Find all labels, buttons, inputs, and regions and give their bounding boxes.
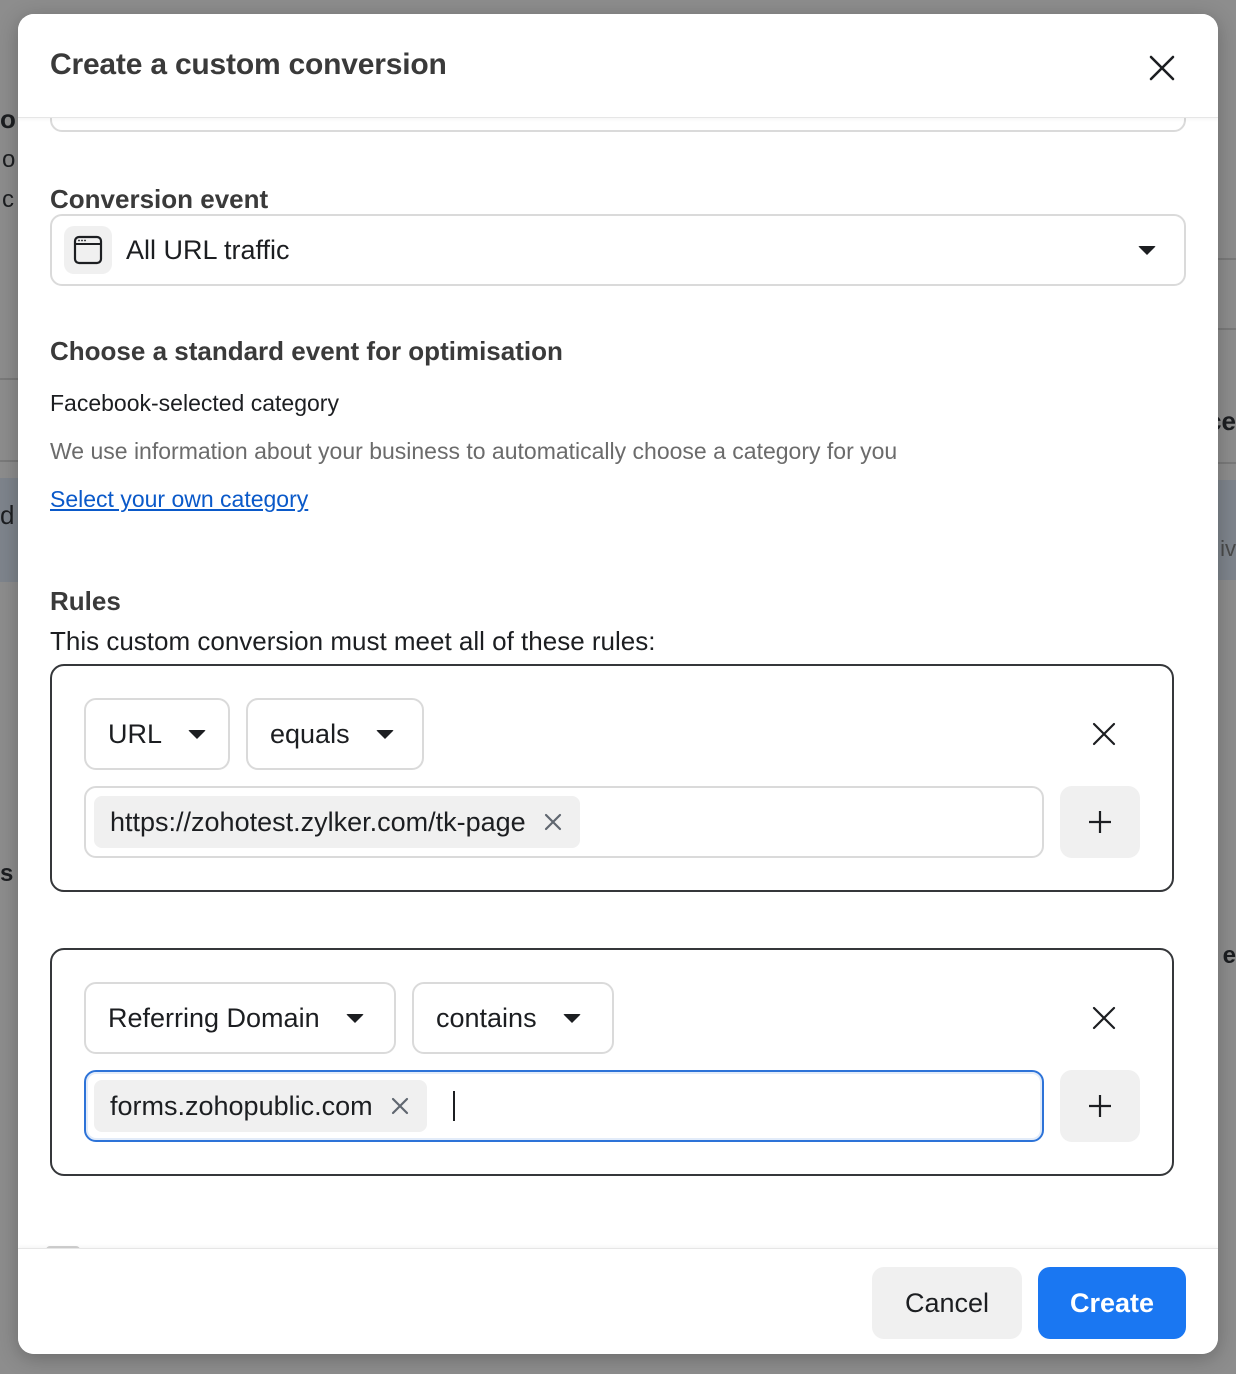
rule-value-input[interactable]: https://zohotest.zylker.com/tk-page — [84, 786, 1044, 858]
close-button[interactable] — [1142, 48, 1182, 88]
rule-field-dropdown[interactable]: Referring Domain — [84, 982, 396, 1054]
conversion-event-label: Conversion event — [50, 184, 269, 214]
cancel-button[interactable]: Cancel — [872, 1267, 1022, 1339]
value-token-text: https://zohotest.zylker.com/tk-page — [110, 806, 526, 837]
event-icon-container — [64, 226, 112, 274]
dialog-body: Conversion event All URL traffic Choose … — [18, 88, 1218, 1248]
remove-token-button[interactable] — [389, 1095, 411, 1117]
close-icon — [1092, 722, 1116, 746]
close-icon — [544, 813, 561, 831]
rule-field-dropdown[interactable]: URL — [84, 698, 230, 770]
value-token: https://zohotest.zylker.com/tk-page — [94, 796, 580, 848]
background-text: d — [0, 500, 15, 530]
background-divider — [0, 378, 18, 380]
rule-card: URL equals https://zohotest.zylker.com/t… — [50, 664, 1174, 892]
rule-operator-value: equals — [270, 718, 350, 749]
value-token: forms.zohopublic.com — [94, 1080, 427, 1132]
conversion-event-value: All URL traffic — [126, 234, 290, 265]
custom-conversion-dialog: Create a custom conversion Conversion ev… — [18, 14, 1218, 1354]
background-divider — [1218, 328, 1236, 330]
rules-description: This custom conversion must meet all of … — [50, 626, 656, 656]
browser-window-icon — [73, 235, 103, 265]
background-text: o — [0, 104, 16, 134]
chevron-down-icon — [562, 1013, 581, 1023]
background-text: s — [0, 860, 14, 887]
background-text: iv — [1220, 536, 1236, 561]
optimisation-heading: Choose a standard event for optimisation — [50, 336, 563, 366]
background-divider — [1218, 462, 1236, 464]
rule-field-value: URL — [108, 718, 163, 749]
select-own-category-link[interactable]: Select your own category — [50, 486, 308, 513]
background-text: o — [2, 146, 16, 173]
add-value-button[interactable] — [1060, 1070, 1140, 1142]
chevron-down-icon — [188, 729, 207, 739]
text-cursor — [452, 1091, 455, 1121]
dialog-footer: Cancel Create — [18, 1248, 1218, 1354]
rule-operator-dropdown[interactable]: contains — [412, 982, 614, 1054]
remove-rule-button[interactable] — [1084, 714, 1124, 754]
rule-operator-dropdown[interactable]: equals — [246, 698, 424, 770]
category-label: Facebook-selected category — [50, 390, 339, 416]
chevron-down-icon — [1138, 246, 1156, 255]
conversion-event-select[interactable]: All URL traffic — [50, 214, 1186, 286]
close-icon — [1092, 1006, 1116, 1030]
remove-rule-button[interactable] — [1084, 998, 1124, 1038]
rule-card: Referring Domain contains forms.zohopubl… — [50, 948, 1174, 1176]
chevron-down-icon — [375, 729, 394, 739]
value-token-text: forms.zohopublic.com — [110, 1090, 373, 1121]
plus-icon — [1089, 811, 1111, 833]
background-divider — [1218, 258, 1236, 260]
dialog-title: Create a custom conversion — [50, 48, 447, 81]
close-icon — [391, 1097, 408, 1115]
plus-icon — [1089, 1095, 1111, 1117]
rule-value-input[interactable]: forms.zohopublic.com — [84, 1070, 1044, 1142]
rule-operator-value: contains — [436, 1002, 537, 1033]
dialog-header: Create a custom conversion — [18, 14, 1218, 118]
rules-heading: Rules — [50, 586, 121, 616]
background-highlight-row — [1218, 480, 1236, 580]
chevron-down-icon — [345, 1013, 364, 1023]
background-text: c — [2, 186, 14, 213]
create-button[interactable]: Create — [1038, 1267, 1186, 1339]
remove-token-button[interactable] — [542, 811, 564, 833]
rule-field-value: Referring Domain — [108, 1002, 320, 1033]
add-value-button[interactable] — [1060, 786, 1140, 858]
background-divider — [0, 460, 18, 462]
category-description: We use information about your business t… — [50, 438, 898, 464]
close-icon — [1149, 55, 1175, 81]
background-text: e — [1222, 942, 1236, 969]
